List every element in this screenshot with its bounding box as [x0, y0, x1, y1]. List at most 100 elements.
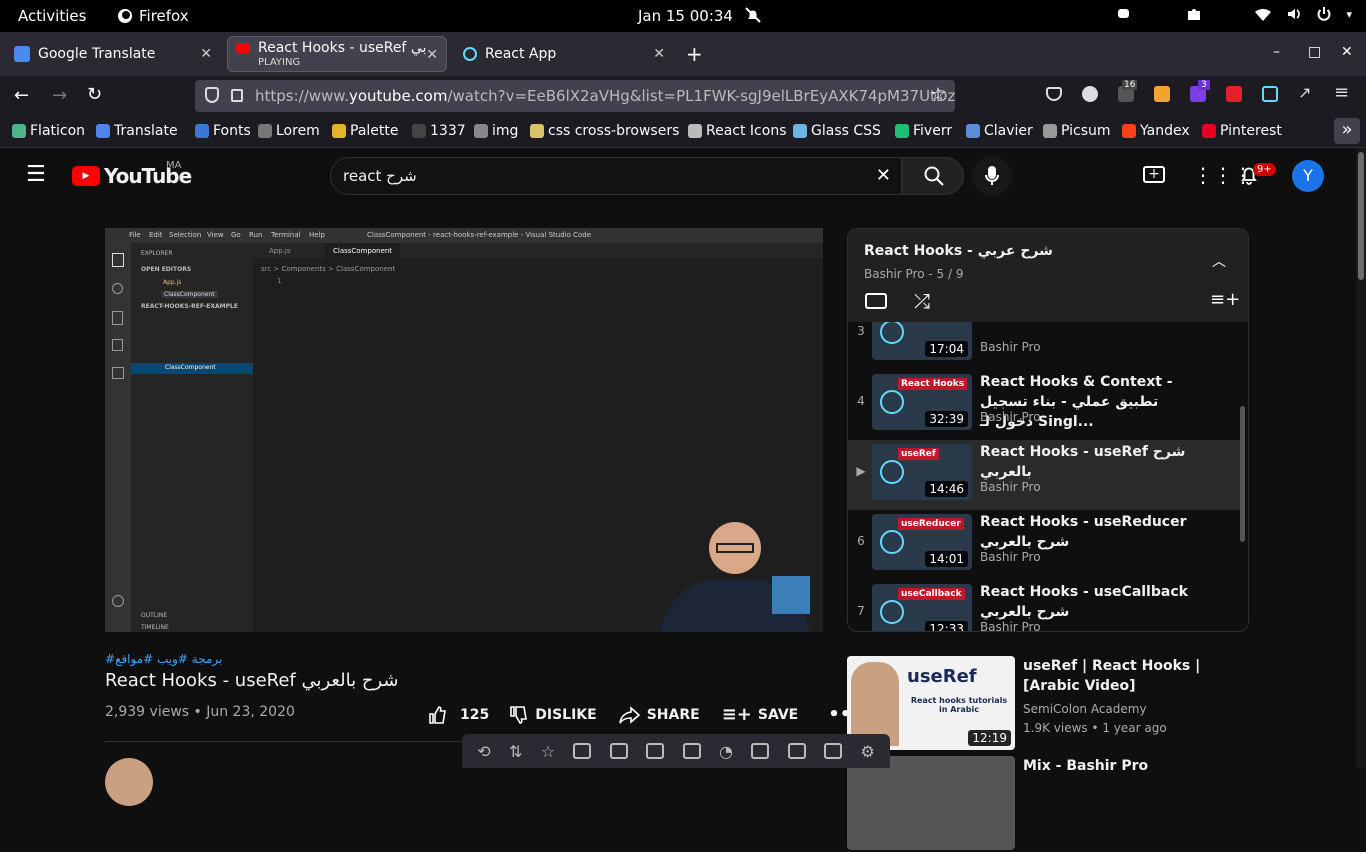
new-tab-button[interactable]: +: [686, 42, 703, 66]
like-button[interactable]: 125: [428, 705, 489, 725]
activities-button[interactable]: Activities: [18, 7, 86, 25]
bookmark-label: Lorem: [276, 123, 320, 139]
bookmarks-overflow-icon[interactable]: »: [1334, 118, 1360, 144]
loop-icon[interactable]: ⟲: [477, 742, 490, 761]
bookmark-yandex[interactable]: Yandex: [1122, 123, 1190, 139]
github-icon[interactable]: [1082, 86, 1098, 102]
bookmark-fiverr[interactable]: Fiverr: [895, 123, 952, 139]
resize-icon[interactable]: [646, 743, 665, 759]
dislike-button[interactable]: DISLIKE: [509, 705, 597, 725]
save-button[interactable]: ≡+ SAVE: [722, 704, 799, 725]
vscode-menu-file: File: [129, 231, 141, 239]
recommended-video[interactable]: Mix - Bashir Pro: [847, 756, 1247, 852]
clock[interactable]: Jan 15 00:34: [638, 7, 733, 25]
playlist-items: 3useContext17:04بالعربيBashir Pro4React …: [848, 322, 1248, 631]
maximize-button[interactable]: □: [1308, 44, 1321, 60]
bookmark-clavier[interactable]: Clavier: [966, 123, 1033, 139]
react-icon: [463, 47, 477, 61]
menu-icon[interactable]: ≡: [1334, 82, 1349, 103]
pocket-icon[interactable]: [1046, 87, 1062, 101]
video-thumbnail: useRef 14:46: [872, 444, 972, 500]
bookmark-pinterest[interactable]: Pinterest: [1202, 123, 1282, 139]
sparkle-icon[interactable]: [751, 743, 770, 759]
back-icon[interactable]: ←: [14, 85, 29, 106]
bookmark-lorem[interactable]: Lorem: [258, 123, 320, 139]
app-menu[interactable]: Firefox: [117, 7, 189, 25]
search-button[interactable]: [902, 157, 964, 195]
coffee-icon: [1118, 9, 1130, 18]
playlist-title[interactable]: React Hooks - شرح عربي: [864, 243, 1053, 259]
channel-avatar[interactable]: [105, 758, 153, 806]
editor-tab-class: ClassComponent: [325, 243, 401, 258]
avatar[interactable]: Y: [1292, 160, 1324, 192]
bookmark-label: Glass CSS: [811, 123, 881, 139]
minimize-button[interactable]: –: [1273, 44, 1280, 60]
speed-icon[interactable]: ◔: [719, 742, 733, 761]
tab-google-translate[interactable]: Google Translate ✕: [6, 36, 220, 72]
playlist-item[interactable]: 4 React Hooks 32:39 React Hooks & Context -…: [848, 370, 1240, 440]
search-input[interactable]: react شرح ✕: [330, 157, 902, 195]
add-to-playlist-icon[interactable]: ≡+: [1210, 289, 1240, 310]
close-tab-icon[interactable]: ✕: [200, 46, 212, 62]
picture-in-picture-icon[interactable]: [573, 743, 592, 759]
camera-icon[interactable]: [787, 743, 806, 759]
playlist-item[interactable]: 7 useCallback 12:33 React Hooks - useCallba…: [848, 580, 1240, 631]
url-bar[interactable]: https://www. youtube.com/watch?v=EeB6lX2a…: [195, 80, 955, 112]
close-tab-icon[interactable]: ✕: [653, 46, 665, 62]
bookmark-react-icons[interactable]: React Icons: [688, 123, 787, 139]
bookmark-flaticon[interactable]: Flaticon: [12, 123, 85, 139]
bookmark-1337[interactable]: 1337: [412, 123, 466, 139]
video-player[interactable]: File Edit Selection View Go Run Terminal…: [105, 228, 823, 632]
system-tray[interactable]: ▾: [1116, 6, 1352, 22]
voice-search-button[interactable]: [972, 156, 1012, 196]
film-icon[interactable]: [609, 743, 628, 759]
vscode-menu-selection: Selection: [169, 231, 202, 239]
lighthouse-icon[interactable]: [1154, 86, 1170, 102]
share-button[interactable]: SHARE: [618, 705, 700, 725]
extensions-icon: [112, 367, 124, 379]
bookmark-translate[interactable]: Translate: [96, 123, 178, 139]
bookmark-fonts[interactable]: Fonts: [195, 123, 251, 139]
create-video-icon[interactable]: +: [1143, 166, 1165, 183]
page-scrollbar[interactable]: [1356, 148, 1366, 768]
thumbnail-react-icon: [880, 530, 904, 554]
external-link-icon[interactable]: ↗: [1298, 83, 1311, 102]
star-icon[interactable]: ☆: [541, 742, 555, 761]
hashtags[interactable]: #برمجة #ويب #مواقع: [105, 652, 222, 666]
reload-icon[interactable]: ↻: [87, 84, 102, 105]
vscode-explorer: EXPLORER OPEN EDITORS App.js ClassCompon…: [131, 243, 253, 632]
colorpicker-icon[interactable]: [1226, 86, 1242, 102]
collapse-icon[interactable]: ︿: [1212, 251, 1226, 271]
react-devtools-icon[interactable]: [1262, 86, 1278, 102]
bookmark-star-icon[interactable]: ☆: [930, 84, 946, 105]
clear-search-icon[interactable]: ✕: [876, 165, 891, 186]
bookmark-glass-css[interactable]: Glass CSS: [793, 123, 881, 139]
close-tab-icon[interactable]: ✕: [426, 47, 438, 63]
bookmark-css-cross-browsers[interactable]: css cross-browsers: [530, 123, 679, 139]
tab-react-hooks[interactable]: React Hooks - useRef شرح عربي PLAYING ✕: [227, 36, 447, 72]
playlist-scrollbar[interactable]: [1240, 406, 1245, 542]
close-window-button[interactable]: ✕: [1341, 44, 1353, 60]
gear-icon[interactable]: ⚙: [860, 742, 874, 761]
playlist-item[interactable]: 3useContext17:04بالعربيBashir Pro: [848, 322, 1240, 370]
video-duration: 12:33: [925, 621, 968, 631]
bookmark-label: Fonts: [213, 123, 251, 139]
screen-icon[interactable]: [682, 743, 701, 759]
playlist-subtitle[interactable]: Bashir Pro - 5 / 9: [864, 267, 963, 281]
keyboard-icon[interactable]: [824, 743, 843, 759]
tab-react-app[interactable]: React App ✕: [455, 36, 673, 72]
bookmark-img[interactable]: img: [474, 123, 518, 139]
editor-breadcrumb: src > Components > ClassComponent: [261, 265, 396, 273]
sort-icon[interactable]: ⇅: [509, 742, 522, 761]
video-duration: 14:46: [925, 481, 968, 497]
recommended-video[interactable]: useRef React hooks tutorials in Arabic 12:…: [847, 656, 1247, 752]
thumbnail-label: useCallback: [898, 588, 965, 600]
forward-icon[interactable]: →: [52, 85, 67, 106]
bookmark-picsum[interactable]: Picsum: [1043, 123, 1111, 139]
bookmark-palette[interactable]: Palette: [332, 123, 399, 139]
hamburger-menu-icon[interactable]: ☰: [26, 162, 46, 187]
playlist-item[interactable]: ▶ useRef 14:46 React Hooks - useRef شرح بال…: [848, 440, 1240, 510]
shuffle-icon[interactable]: ⤮: [914, 289, 930, 313]
loop-icon[interactable]: [865, 293, 887, 309]
playlist-item[interactable]: 6 useReducer 14:01 React Hooks - useReducer…: [848, 510, 1240, 580]
